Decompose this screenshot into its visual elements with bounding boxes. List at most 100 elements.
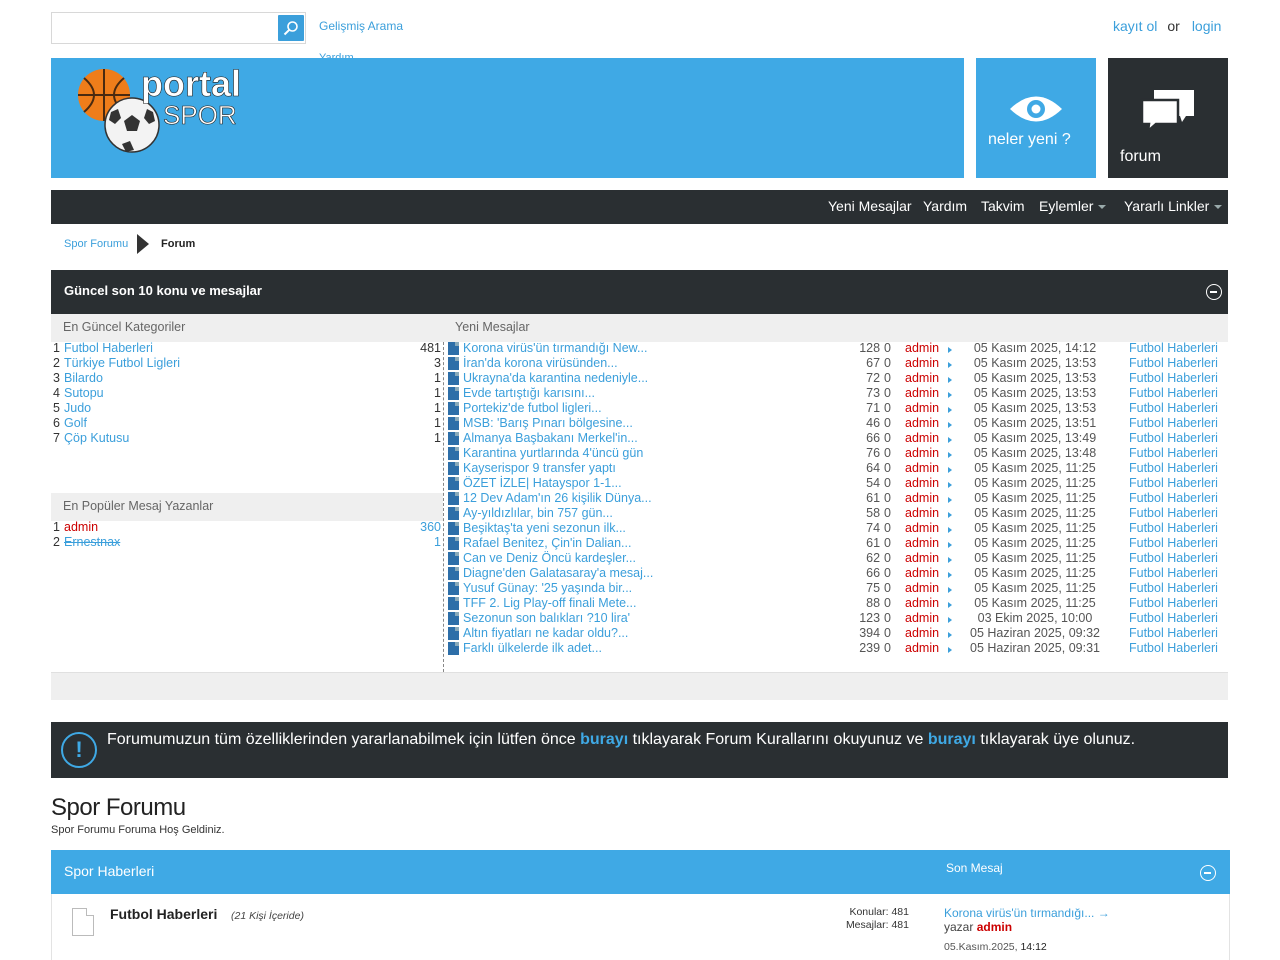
message-user-link[interactable]: admin <box>905 641 939 656</box>
message-forum-link[interactable]: Futbol Haberleri <box>1129 371 1218 386</box>
message-views: 64 0 <box>840 461 891 476</box>
message-title-link[interactable]: Yusuf Günay: '25 yaşında bir... <box>463 581 632 596</box>
message-user-link[interactable]: admin <box>905 476 939 491</box>
advanced-search-link[interactable]: Gelişmiş Arama <box>319 19 403 33</box>
message-user-link[interactable]: admin <box>905 446 939 461</box>
message-title-link[interactable]: Evde tartıştığı karısını... <box>463 386 595 401</box>
login-link[interactable]: login <box>1192 18 1222 34</box>
category-title[interactable]: Spor Haberleri <box>64 863 154 879</box>
message-forum-link[interactable]: Futbol Haberleri <box>1129 506 1218 521</box>
message-user-link[interactable]: admin <box>905 551 939 566</box>
message-user-link[interactable]: admin <box>905 416 939 431</box>
message-forum-link[interactable]: Futbol Haberleri <box>1129 416 1218 431</box>
message-title-link[interactable]: Altın fiyatları ne kadar oldu?... <box>463 626 628 641</box>
message-user-link[interactable]: admin <box>905 431 939 446</box>
message-forum-link[interactable]: Futbol Haberleri <box>1129 641 1218 656</box>
site-logo[interactable]: portal SPOR <box>74 63 254 156</box>
forum-name-link[interactable]: Futbol Haberleri <box>110 906 217 922</box>
search-box[interactable] <box>51 12 306 44</box>
message-user-link[interactable]: admin <box>905 401 939 416</box>
poster-link[interactable]: admin <box>64 520 98 534</box>
message-forum-link[interactable]: Futbol Haberleri <box>1129 476 1218 491</box>
message-title-link[interactable]: 12 Dev Adam'ın 26 kişilik Dünya... <box>463 491 652 506</box>
message-forum-link[interactable]: Futbol Haberleri <box>1129 566 1218 581</box>
message-user-link[interactable]: admin <box>905 371 939 386</box>
message-forum-link[interactable]: Futbol Haberleri <box>1129 611 1218 626</box>
message-user-link[interactable]: admin <box>905 506 939 521</box>
message-title-link[interactable]: Farklı ülkelerde ilk adet... <box>463 641 602 656</box>
message-title-link[interactable]: ÖZET İZLE| Hatayspor 1-1... <box>463 476 622 491</box>
rules-link[interactable]: burayı <box>580 731 628 748</box>
message-title-link[interactable]: Ay-yıldızlılar, bin 757 gün... <box>463 506 613 521</box>
last-post-link[interactable]: Korona virüs'ün tırmandığı... → <box>944 906 1110 920</box>
message-title-link[interactable]: Beşiktaş'ta yeni sezonun ilk... <box>463 521 626 536</box>
message-forum-link[interactable]: Futbol Haberleri <box>1129 626 1218 641</box>
whats-new-tile[interactable]: neler yeni ? <box>976 58 1096 178</box>
message-title-link[interactable]: Rafael Benitez, Çin'in Dalian... <box>463 536 631 551</box>
category-link[interactable]: Futbol Haberleri <box>64 341 153 355</box>
search-input[interactable] <box>52 13 277 43</box>
category-link[interactable]: Judo <box>64 401 91 415</box>
message-user-link[interactable]: admin <box>905 341 939 356</box>
register-link[interactable]: kayıt ol <box>1113 18 1157 34</box>
message-user-link[interactable]: admin <box>905 461 939 476</box>
message-user-link[interactable]: admin <box>905 611 939 626</box>
message-views: 54 0 <box>840 476 891 491</box>
poster-link[interactable]: Ernestnax <box>64 535 120 549</box>
message-forum-link[interactable]: Futbol Haberleri <box>1129 521 1218 536</box>
message-user-link[interactable]: admin <box>905 596 939 611</box>
message-user-link[interactable]: admin <box>905 491 939 506</box>
nav-actions[interactable]: Eylemler <box>1039 198 1107 214</box>
collapse-icon[interactable] <box>1200 865 1216 881</box>
message-title-link[interactable]: Korona virüs'ün tırmandığı New... <box>463 341 647 356</box>
message-user-link[interactable]: admin <box>905 566 939 581</box>
message-forum-link[interactable]: Futbol Haberleri <box>1129 551 1218 566</box>
help-link[interactable]: Yardım <box>319 50 354 58</box>
message-user-link[interactable]: admin <box>905 356 939 371</box>
message-forum-link[interactable]: Futbol Haberleri <box>1129 581 1218 596</box>
category-link[interactable]: Sutopu <box>64 386 104 400</box>
message-user-link[interactable]: admin <box>905 626 939 641</box>
message-title-link[interactable]: Portekiz'de futbol ligleri... <box>463 401 602 416</box>
message-user-link[interactable]: admin <box>905 521 939 536</box>
message-title-link[interactable]: Ukrayna'da karantina nedeniyle... <box>463 371 648 386</box>
nav-useful-links[interactable]: Yararlı Linkler <box>1124 198 1223 214</box>
nav-help[interactable]: Yardım <box>923 198 967 214</box>
small-arrow-icon <box>948 497 952 503</box>
message-user-link[interactable]: admin <box>905 581 939 596</box>
message-forum-link[interactable]: Futbol Haberleri <box>1129 461 1218 476</box>
breadcrumb-home[interactable]: Spor Forumu <box>64 238 128 250</box>
register-here-link[interactable]: burayı <box>928 731 976 748</box>
message-forum-link[interactable]: Futbol Haberleri <box>1129 491 1218 506</box>
collapse-icon[interactable] <box>1206 284 1222 300</box>
nav-actions-label: Eylemler <box>1039 198 1094 214</box>
category-link[interactable]: Çöp Kutusu <box>64 431 129 445</box>
nav-calendar[interactable]: Takvim <box>981 198 1025 214</box>
nav-new-posts[interactable]: Yeni Mesajlar <box>828 198 912 214</box>
message-title-link[interactable]: Sezonun son balıkları ?10 lira' <box>463 611 630 626</box>
message-title-link[interactable]: Can ve Deniz Öncü kardeşler... <box>463 551 636 566</box>
message-title-link[interactable]: MSB: 'Barış Pınarı bölgesine... <box>463 416 633 431</box>
message-forum-link[interactable]: Futbol Haberleri <box>1129 386 1218 401</box>
message-forum-link[interactable]: Futbol Haberleri <box>1129 401 1218 416</box>
message-forum-link[interactable]: Futbol Haberleri <box>1129 431 1218 446</box>
message-title-link[interactable]: Diagne'den Galatasaray'a mesaj... <box>463 566 653 581</box>
message-forum-link[interactable]: Futbol Haberleri <box>1129 341 1218 356</box>
message-title-link[interactable]: İran'da korona virüsünden... <box>463 356 618 371</box>
message-user-link[interactable]: admin <box>905 386 939 401</box>
forum-tile[interactable]: forum <box>1108 58 1228 178</box>
category-link[interactable]: Golf <box>64 416 87 430</box>
message-forum-link[interactable]: Futbol Haberleri <box>1129 596 1218 611</box>
message-title-link[interactable]: Kayserispor 9 transfer yaptı <box>463 461 616 476</box>
message-title-link[interactable]: TFF 2. Lig Play-off finali Mete... <box>463 596 636 611</box>
message-forum-link[interactable]: Futbol Haberleri <box>1129 536 1218 551</box>
message-user-link[interactable]: admin <box>905 536 939 551</box>
message-forum-link[interactable]: Futbol Haberleri <box>1129 356 1218 371</box>
message-title-link[interactable]: Almanya Başbakanı Merkel'in... <box>463 431 638 446</box>
message-title-link[interactable]: Karantina yurtlarında 4'üncü gün <box>463 446 643 461</box>
search-button[interactable] <box>278 15 304 41</box>
last-post-user[interactable]: admin <box>977 920 1012 934</box>
category-link[interactable]: Bilardo <box>64 371 103 385</box>
message-forum-link[interactable]: Futbol Haberleri <box>1129 446 1218 461</box>
category-link[interactable]: Türkiye Futbol Ligleri <box>64 356 180 370</box>
